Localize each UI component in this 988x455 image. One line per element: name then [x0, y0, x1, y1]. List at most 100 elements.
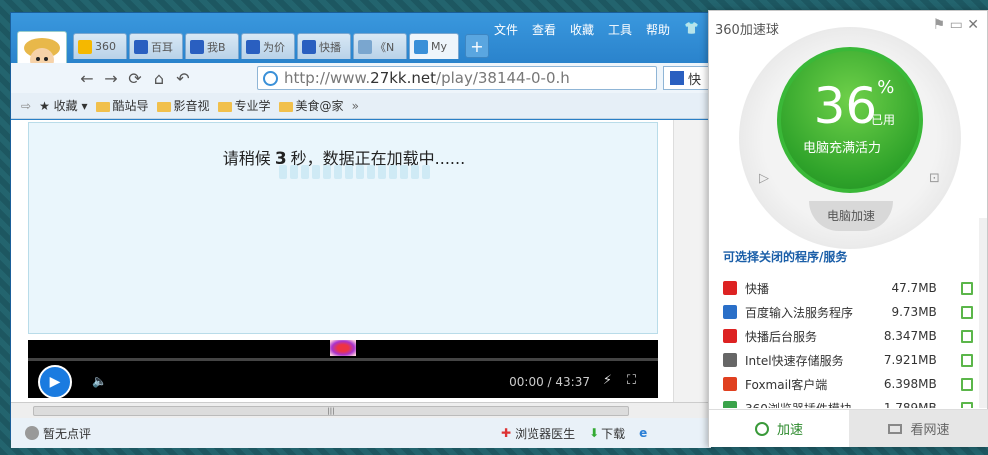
menu-file[interactable]: 文件	[494, 21, 518, 38]
folder-icon	[156, 101, 171, 112]
browser-tab[interactable]: 360	[73, 33, 127, 59]
home-icon[interactable]: ⌂	[147, 69, 171, 88]
refresh-icon[interactable]: ⟳	[123, 69, 147, 88]
fullscreen-icon[interactable]: ⛶	[627, 373, 636, 388]
gamepad-icon[interactable]: ⊡	[929, 171, 940, 186]
process-checkbox[interactable]	[960, 353, 973, 367]
site-info-icon	[263, 71, 278, 86]
memory-gauge[interactable]: 36% 已用 电脑充满活力	[777, 47, 923, 193]
process-memory: 47.7MB	[891, 281, 937, 295]
progress-bar[interactable]	[28, 358, 658, 361]
process-checkbox[interactable]	[960, 305, 973, 319]
address-bar[interactable]: http://www. 27kk.net/play/38144-0-0.h	[257, 66, 657, 90]
tab-strip: 360 百耳 我B 为价 快播 《N My +	[73, 33, 489, 59]
tab-favicon-icon	[190, 39, 204, 54]
menu-bar: 文件 查看 收藏 工具 帮助 👕	[494, 21, 699, 38]
process-name: Foxmail客户端	[745, 377, 828, 392]
tab-label: 我B	[207, 40, 226, 54]
list-scrollbar[interactable]	[979, 218, 987, 408]
tab-label: 快播	[319, 40, 341, 54]
search-box[interactable]: 快	[663, 66, 711, 90]
process-name: 百度输入法服务程序	[745, 305, 854, 320]
browser-tab[interactable]: 百耳	[129, 33, 183, 59]
fav-folder-2[interactable]: 影音视	[156, 97, 210, 114]
panel-footer: 加速 看网速	[709, 409, 988, 447]
process-name: Intel快速存储服务	[745, 353, 844, 368]
play-button[interactable]: ▶	[38, 365, 72, 399]
speed-ball-panel: 360加速球 ⚑ ▭ ✕ 36% 已用 电脑充满活力 ▷ ⊡ 电脑加速 可选择关…	[708, 10, 988, 447]
fav-label: 酷站导	[112, 99, 149, 113]
process-row: 快播后台服务 8.347MB	[723, 324, 973, 348]
ie-icon[interactable]: e	[639, 426, 647, 440]
process-icon	[723, 353, 737, 367]
favorites-bar: ⇨ ★ 收藏 ▾ 酷站导 影音视 专业学 美食@家 »	[11, 93, 711, 119]
browser-tab[interactable]: 快播	[297, 33, 351, 59]
process-checkbox[interactable]	[960, 329, 973, 343]
search-engine-icon	[670, 71, 684, 85]
process-memory: 9.73MB	[891, 305, 937, 319]
folder-icon	[95, 101, 110, 112]
process-icon	[723, 401, 737, 408]
browser-tab[interactable]: 我B	[185, 33, 239, 59]
process-checkbox[interactable]	[960, 377, 973, 391]
fav-label: 美食@家	[295, 99, 344, 113]
tab-label: 百耳	[151, 40, 173, 54]
status-download[interactable]: 下载	[601, 425, 625, 442]
menu-tools[interactable]: 工具	[608, 21, 632, 38]
browser-window: 360 百耳 我B 为价 快播 《N My + 文件 查看 收藏 工具 帮助 👕 ← → ⟳ …	[10, 12, 711, 448]
scroll-thumb[interactable]: |||	[33, 406, 629, 416]
fav-folder-4[interactable]: 美食@家	[278, 97, 344, 114]
process-checkbox[interactable]	[960, 401, 973, 408]
network-speed-tab[interactable]: 看网速	[849, 410, 988, 447]
search-text: 快	[688, 72, 702, 88]
sidebar-toggle-icon[interactable]: ⇨	[21, 99, 31, 113]
process-list: 可选择关闭的程序/服务 快播 47.7MB 百度输入法服务程序 9.73MB 快播后台服…	[709, 218, 988, 408]
process-name: 360浏览器插件模块	[745, 400, 873, 409]
loading-prefix: 请稍候	[222, 149, 271, 168]
menu-favorites[interactable]: 收藏	[570, 21, 594, 38]
fav-label: 影音视	[173, 99, 210, 113]
process-memory: 1.789MB	[883, 401, 937, 408]
status-review[interactable]: 暂无点评	[43, 425, 91, 442]
more-chevron-icon[interactable]: »	[352, 99, 359, 113]
process-row: 360浏览器插件模块 1.789MB	[723, 396, 973, 408]
play-circle-icon[interactable]: ▷	[759, 171, 769, 186]
status-bar: 暂无点评 ✚ 浏览器医生 ⬇ 下载 e	[11, 418, 711, 448]
undo-icon[interactable]: ↶	[171, 69, 195, 88]
review-icon	[25, 426, 39, 440]
process-row: 百度输入法服务程序 9.73MB	[723, 300, 973, 324]
fav-folder-3[interactable]: 专业学	[217, 97, 271, 114]
folder-icon	[278, 101, 293, 112]
volume-icon[interactable]: 🔈	[92, 374, 107, 388]
horizontal-scrollbar[interactable]: |||	[11, 402, 711, 418]
url-domain: 27kk.net	[370, 69, 437, 87]
speed-up-label: 加速	[776, 423, 803, 438]
process-memory: 7.921MB	[883, 353, 937, 367]
process-row: Foxmail客户端 6.398MB	[723, 372, 973, 396]
browser-tab[interactable]: My	[409, 33, 459, 59]
process-icon	[723, 305, 737, 319]
status-doctor[interactable]: 浏览器医生	[515, 425, 575, 442]
new-tab-button[interactable]: +	[465, 34, 489, 58]
close-icon[interactable]: ✕	[967, 17, 979, 33]
menu-view[interactable]: 查看	[532, 21, 556, 38]
tab-label: 为价	[263, 40, 285, 54]
lightning-icon[interactable]: ⚡	[603, 373, 612, 388]
memory-percent: 36%	[813, 77, 895, 135]
skin-shirt-icon[interactable]: 👕	[684, 21, 699, 38]
memory-used-label: 已用	[871, 113, 896, 127]
fav-folder-1[interactable]: 酷站导	[95, 97, 149, 114]
browser-tab[interactable]: 为价	[241, 33, 295, 59]
menu-help[interactable]: 帮助	[646, 21, 670, 38]
favorites-menu[interactable]: ★ 收藏 ▾	[39, 97, 87, 114]
back-arrow-icon[interactable]: ←	[75, 69, 99, 88]
vertical-scrollbar[interactable]	[673, 120, 711, 402]
tab-favicon-icon	[246, 39, 260, 54]
loading-bars	[279, 165, 430, 179]
process-checkbox[interactable]	[960, 281, 973, 295]
browser-tab[interactable]: 《N	[353, 33, 407, 59]
speed-up-tab[interactable]: 加速	[709, 410, 849, 447]
video-thumbnail	[330, 340, 356, 356]
tab-label: 360	[95, 40, 116, 53]
forward-arrow-icon[interactable]: →	[99, 69, 123, 88]
